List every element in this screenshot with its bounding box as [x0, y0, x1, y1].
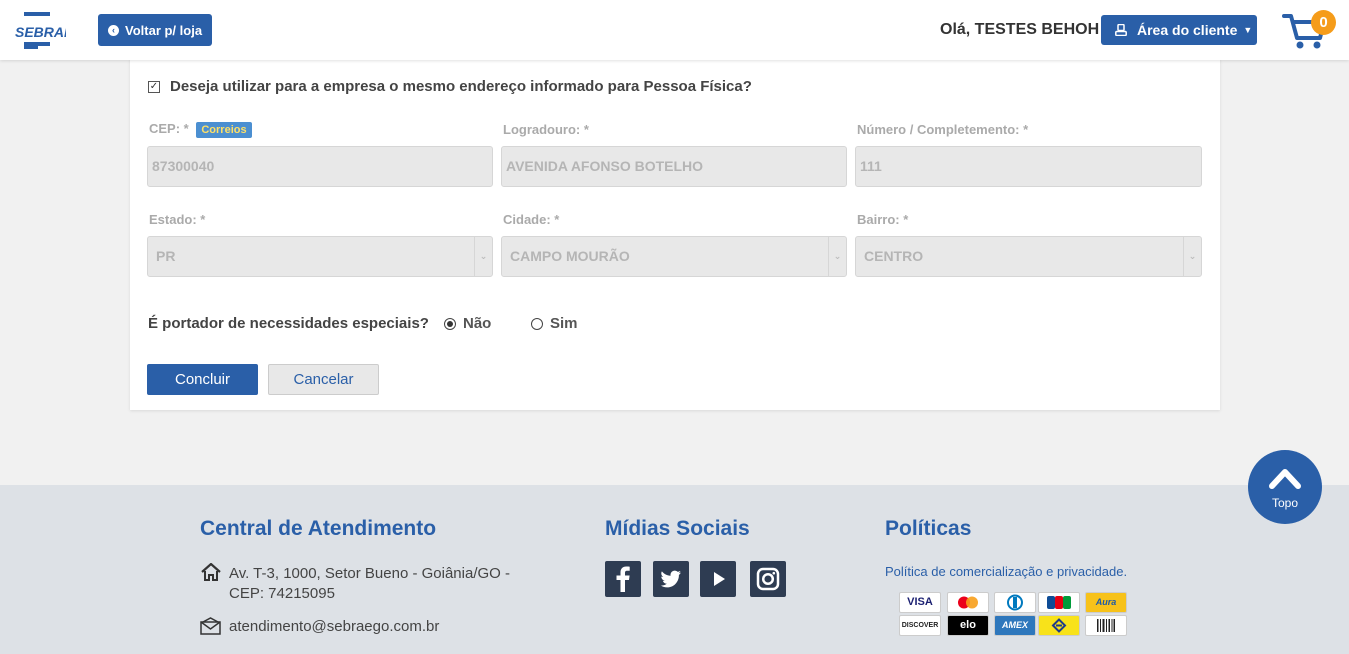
numero-label: Número / Completemento: * [857, 122, 1029, 137]
cancel-button[interactable]: Cancelar [268, 364, 379, 395]
client-area-dropdown[interactable]: Área do cliente ▼ [1101, 15, 1257, 45]
visa-logo: VISA [899, 592, 941, 613]
company-address-form: ✓ Deseja utilizar para a empresa o mesmo… [130, 58, 1220, 410]
bairro-select[interactable]: CENTRO ⌄ [855, 236, 1202, 277]
estado-select[interactable]: PR ⌄ [147, 236, 493, 277]
chevron-down-icon: ⌄ [474, 237, 492, 276]
bairro-label: Bairro: * [857, 212, 909, 227]
cep-label-row: CEP: * Correios [149, 121, 252, 138]
special-needs-question: É portador de necessidades especiais? [148, 315, 429, 332]
facebook-icon [616, 566, 630, 592]
facebook-button[interactable] [605, 561, 641, 597]
banco-do-brasil-logo [1038, 615, 1080, 636]
youtube-icon [714, 572, 725, 586]
option-no-label: Não [463, 315, 492, 332]
back-to-top-button[interactable]: Topo [1248, 450, 1322, 524]
site-header: SEBRAE ‹ Voltar p/ loja Olá, TESTES BEHO… [0, 0, 1349, 60]
same-address-checkbox[interactable]: ✓ [148, 80, 160, 93]
same-address-row: ✓ Deseja utilizar para a empresa o mesmo… [148, 78, 752, 95]
bairro-value: CENTRO [864, 248, 924, 264]
instagram-icon [756, 567, 780, 591]
numero-input[interactable]: 111 [855, 146, 1202, 187]
sebrae-logo[interactable]: SEBRAE [14, 10, 66, 50]
twitter-button[interactable] [653, 561, 689, 597]
diners-logo [994, 592, 1036, 613]
cep-input[interactable]: 87300040 [147, 146, 493, 187]
chevron-up-icon [1269, 469, 1301, 489]
back-to-top-label: Topo [1271, 496, 1299, 510]
logradouro-input[interactable]: AVENIDA AFONSO BOTELHO [501, 146, 847, 187]
chevron-down-icon: ⌄ [828, 237, 846, 276]
contact-email[interactable]: atendimento@sebraego.com.br [229, 617, 439, 637]
chevron-down-icon: ⌄ [1183, 237, 1201, 276]
discover-logo: DISCOVER [899, 615, 941, 636]
user-greeting: Olá, TESTES BEHOH [940, 21, 1100, 38]
correios-link[interactable]: Correios [196, 122, 252, 138]
estado-value: PR [156, 248, 176, 264]
cart-count-badge: 0 [1311, 10, 1336, 35]
site-footer: Central de Atendimento Av. T-3, 1000, Se… [0, 485, 1349, 654]
arrow-left-circle-icon: ‹ [108, 24, 119, 36]
boleto-logo [1085, 615, 1127, 636]
caret-down-icon: ▼ [1243, 25, 1253, 35]
aura-logo: Aura [1085, 592, 1127, 613]
cidade-label: Cidade: * [503, 212, 560, 227]
same-address-label: Deseja utilizar para a empresa o mesmo e… [170, 78, 752, 95]
cidade-select[interactable]: CAMPO MOURÃO ⌄ [501, 236, 847, 277]
amex-logo: AMEX [994, 615, 1036, 636]
home-icon [201, 563, 221, 581]
contact-address: Av. T-3, 1000, Setor Bueno - Goiânia/GO … [229, 565, 510, 602]
special-needs-no-radio[interactable]: Não [444, 315, 491, 332]
submit-button[interactable]: Concluir [147, 364, 258, 395]
svg-text:SEBRAE: SEBRAE [15, 24, 66, 40]
estado-label: Estado: * [149, 212, 206, 227]
envelope-icon [200, 617, 221, 635]
instagram-button[interactable] [750, 561, 786, 597]
cep-label: CEP: * [149, 121, 189, 136]
elo-logo: elo [947, 615, 989, 636]
back-to-store-button[interactable]: ‹ Voltar p/ loja [98, 14, 213, 46]
option-yes-label: Sim [550, 315, 578, 332]
social-title: Mídias Sociais [605, 517, 750, 540]
mastercard-logo [947, 592, 989, 613]
client-area-label: Área do cliente [1137, 22, 1238, 38]
user-icon [1115, 24, 1127, 36]
special-needs-yes-radio[interactable]: Sim [531, 315, 578, 332]
back-to-store-label: Voltar p/ loja [125, 22, 203, 38]
jcb-logo [1038, 592, 1080, 613]
logradouro-label: Logradouro: * [503, 122, 589, 137]
radio-unselected-icon [531, 317, 543, 330]
twitter-icon [660, 570, 681, 588]
youtube-button[interactable] [700, 561, 736, 597]
contact-title: Central de Atendimento [200, 517, 437, 540]
cidade-value: CAMPO MOURÃO [510, 248, 630, 264]
radio-selected-icon [444, 317, 456, 330]
policies-link[interactable]: Política de comercialização e privacidad… [885, 564, 1127, 579]
policies-title: Políticas [885, 517, 972, 540]
